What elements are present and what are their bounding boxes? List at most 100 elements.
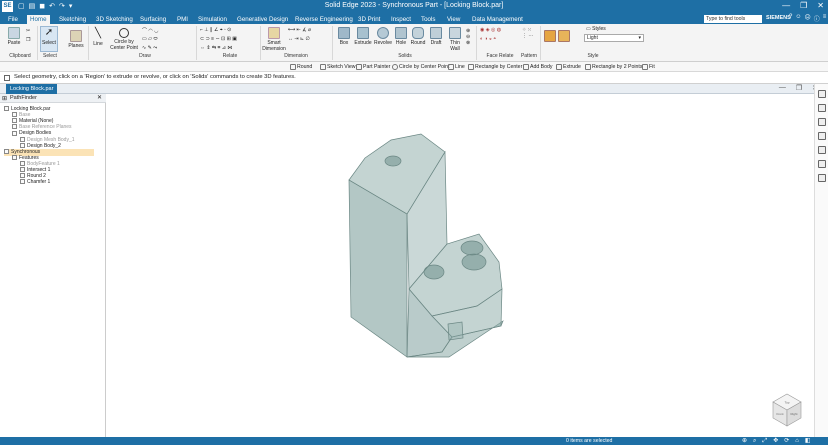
sad-icon[interactable]: ☹ (804, 14, 810, 23)
curve-icon[interactable]: ∿ ✎ ⤳ (142, 45, 157, 51)
tab-view[interactable]: View (444, 15, 463, 24)
properties-icon[interactable] (818, 132, 826, 140)
hole-right[interactable] (460, 240, 484, 256)
tab-sketching[interactable]: Sketching (56, 15, 89, 24)
dimension-icons-row2[interactable]: ↔ ⇥ ⊾ ∅ (288, 36, 310, 42)
cmd-line[interactable]: Line (448, 63, 465, 71)
hole-label: Hole (395, 40, 407, 46)
tab-inspect[interactable]: Inspect (388, 15, 414, 24)
revolve-button[interactable]: Revolve (373, 27, 393, 46)
draft-button[interactable]: Draft (428, 27, 444, 46)
library-icon[interactable] (818, 90, 826, 98)
dimension-icons-row1[interactable]: ⟷ ⇤ ∡ ⌀ (288, 27, 311, 33)
tab-reverse-engineering[interactable]: Reverse Engineering (292, 15, 356, 24)
tab-home[interactable]: Home (27, 15, 50, 24)
arc-icon[interactable]: ⌒ ◠ ◡ (142, 27, 159, 34)
planes-button[interactable]: Planes (66, 30, 86, 49)
circle-button[interactable]: Circle by Center Point (108, 28, 140, 51)
hole-button[interactable]: Hole (394, 27, 408, 46)
cmd-extrude[interactable]: Extrude (556, 63, 581, 71)
relate-icons-row3[interactable]: ⇔ ⇕ ⇆ ⌗ ⊿ ⋈ (200, 45, 232, 51)
minimize-button[interactable]: — (782, 1, 790, 10)
model-view[interactable]: Top Front Right (107, 94, 813, 437)
tab-surfacing[interactable]: Surfacing (137, 15, 169, 24)
help-icon[interactable]: ? (789, 14, 792, 23)
relate-icons-row1[interactable]: ⌐ ⊥ ∥ ∠ ⌖ ◦ ⊙ (200, 27, 231, 33)
select-button[interactable]: ➚ Select (40, 26, 58, 52)
teamcenter-icon[interactable] (818, 146, 826, 154)
style-dropdown[interactable]: Light ▾ (584, 34, 644, 42)
hole-center[interactable] (461, 253, 487, 271)
tab-tools[interactable]: Tools (418, 15, 438, 24)
sensors-icon[interactable] (818, 118, 826, 126)
pathfinder-close-icon[interactable]: ✕ (97, 94, 102, 101)
cmd-label: Round (297, 64, 313, 70)
tree-chamfer[interactable]: Chamfer 1 (20, 179, 50, 186)
tab-3d-sketching[interactable]: 3D Sketching (93, 15, 136, 24)
view-orient-icon[interactable]: ⌂ (795, 437, 799, 445)
layers-icon[interactable] (818, 104, 826, 112)
copy-icon[interactable]: ❐ (26, 37, 30, 43)
tab-3d-print[interactable]: 3D Print (355, 15, 383, 24)
cmd-label: Add Body (530, 64, 553, 70)
feature-playback-icon[interactable] (818, 160, 826, 168)
zoom-area-icon[interactable]: ⊕ (742, 437, 747, 445)
hole-top[interactable] (384, 155, 402, 167)
smiley-icon[interactable]: ☺ (795, 14, 801, 23)
cmd-add-body[interactable]: Add Body (523, 63, 553, 71)
measure-icon[interactable] (818, 174, 826, 182)
cmd-sketch-view[interactable]: Sketch View (320, 63, 355, 71)
face-relate-icons-row1[interactable]: ◉ ◈ ◎ ◍ (480, 27, 501, 33)
doc-minimize-button[interactable]: — (779, 84, 786, 92)
part-painter-button[interactable] (544, 30, 556, 43)
cmd-part-painter[interactable]: Part Painter (356, 63, 390, 71)
line-button[interactable]: ╲ Line (90, 28, 106, 47)
smart-dimension-button[interactable]: Smart Dimension (262, 27, 286, 52)
face-style-button[interactable] (558, 30, 570, 43)
round-button[interactable]: Round (410, 27, 426, 46)
tree-node-label: Locking Block.par (11, 106, 51, 112)
render-icon[interactable]: ◧ (805, 437, 811, 445)
divider (332, 26, 333, 60)
thin-wall-button[interactable]: Thin Wall (446, 27, 464, 52)
info-icon[interactable]: ⓘ (814, 14, 820, 23)
style-value: Light (587, 35, 598, 41)
box-button[interactable]: Box (336, 27, 352, 46)
close-button[interactable]: ✕ (817, 1, 824, 10)
fit-icon[interactable]: ⤢ (762, 437, 767, 445)
search-input[interactable]: Type to find tools (704, 15, 762, 23)
tab-data-management[interactable]: Data Management (469, 15, 526, 24)
graphics-viewport[interactable]: Top Front Right (107, 94, 813, 437)
cmd-rectangle-center[interactable]: Rectangle by Center (468, 63, 522, 71)
zoom-icon[interactable]: ⌕ (753, 437, 756, 445)
pan-icon[interactable]: ✥ (773, 437, 778, 445)
paste-button[interactable]: Paste (4, 27, 24, 46)
status-bar: 0 items are selected ⊕ ⌕ ⤢ ✥ ⟳ ⌂ ◧ (0, 437, 828, 445)
extrude-button[interactable]: Extrude (353, 27, 373, 46)
cmd-round[interactable]: Round (290, 63, 312, 71)
cmd-circle[interactable]: Circle by Center Point (392, 63, 449, 71)
relate-icons-row2[interactable]: ⊂ ⊃ ≡ ∽ ⊡ ⊞ ▣ (200, 36, 237, 42)
tab-simulation[interactable]: Simulation (195, 15, 230, 24)
hole-shaft[interactable] (447, 321, 464, 341)
tab-pmi[interactable]: PMI (174, 15, 191, 24)
face-relate-icons-row2[interactable]: ◐ ◑ ◒ ◓ (480, 36, 496, 42)
hole-left[interactable] (423, 264, 445, 280)
tab-generative-design[interactable]: Generative Design (234, 15, 291, 24)
rotate-icon[interactable]: ⟳ (784, 437, 789, 445)
tab-file[interactable]: File (5, 15, 21, 24)
line-icon (448, 63, 454, 70)
solids-more-icons[interactable]: ⊕ ⊖ ⊗ (466, 28, 470, 46)
rectangle-icon[interactable]: ▭ ▱ ⬭ (142, 36, 158, 42)
menu-icon[interactable]: ≡ (823, 14, 827, 23)
cmd-rectangle-2pt[interactable]: Rectangle by 2 Points (585, 63, 642, 71)
view-cube[interactable]: Top Front Right (772, 393, 802, 427)
doc-tab-locking-block[interactable]: Locking Block.par (6, 84, 58, 94)
cut-icon[interactable]: ✂ (26, 28, 30, 34)
locking-block-model[interactable] (348, 133, 504, 358)
tree-node-label: BodyFeature 1 (27, 160, 60, 167)
cmd-fit[interactable]: Fit (642, 63, 655, 71)
doc-maximize-button[interactable]: ❐ (796, 84, 802, 92)
maximize-button[interactable]: ❐ (800, 1, 807, 10)
pattern-icons[interactable]: ⁘ ⁙ ⋮ ⋯ (522, 27, 533, 39)
